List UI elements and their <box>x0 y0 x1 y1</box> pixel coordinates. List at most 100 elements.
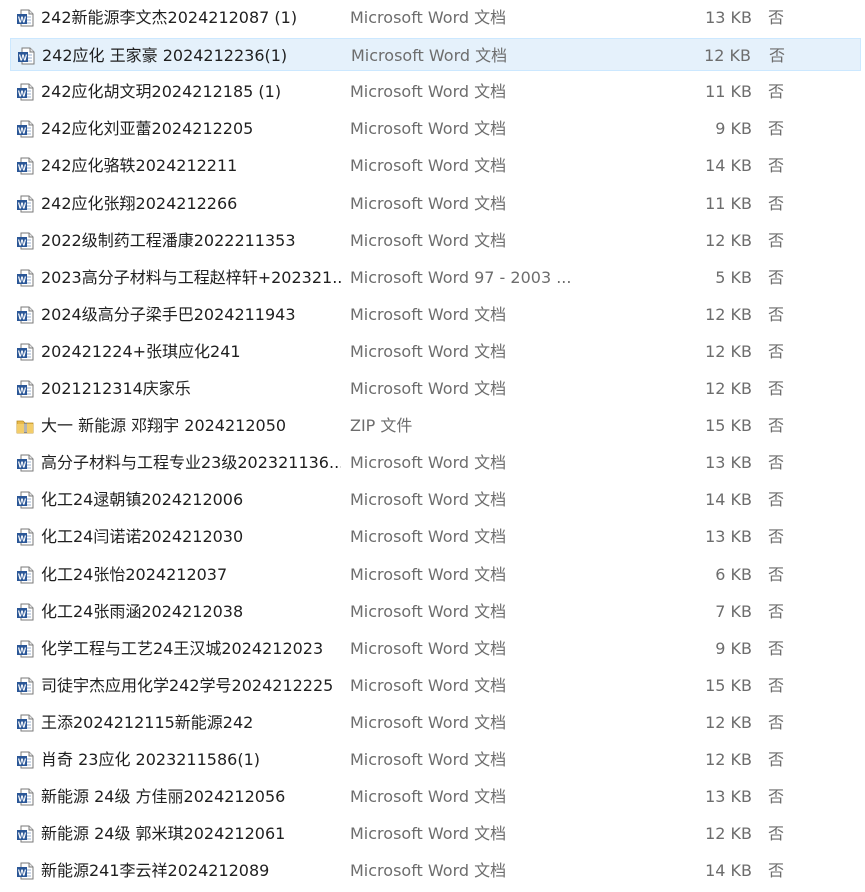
file-row[interactable]: W 王添2024212115新能源242 Microsoft Word 文档 12 K… <box>10 706 861 739</box>
svg-text:W: W <box>18 88 27 98</box>
file-row[interactable]: W 2022级制药工程潘康2022211353 Microsoft Word 文档 1… <box>10 224 861 257</box>
file-flag: 否 <box>768 82 785 102</box>
file-row[interactable]: W 新能源 24级 方佳丽2024212056 Microsoft Word 文档 1… <box>10 780 861 813</box>
file-name: 司徒宇杰应用化学242学号2024212225 <box>41 675 334 695</box>
file-flag: 否 <box>768 490 785 510</box>
file-row[interactable]: W 化工24张雨涵2024212038 Microsoft Word 文档 7 KB 否 <box>10 595 861 628</box>
file-row[interactable]: W 化学工程与工艺24王汉城2024212023 Microsoft Word 文档… <box>10 632 861 665</box>
word-icon: W <box>16 120 34 138</box>
svg-text:W: W <box>18 830 27 840</box>
file-row[interactable]: W 化工24逯朝镇2024212006 Microsoft Word 文档 14 KB… <box>10 483 861 516</box>
file-type: Microsoft Word 文档 <box>350 490 507 510</box>
file-list: W 242新能源李文杰2024212087 (1) Microsoft Word 文… <box>0 0 865 892</box>
file-name: 242应化 王家豪 2024212236(1) <box>42 46 288 66</box>
file-type: Microsoft Word 文档 <box>351 46 508 66</box>
svg-text:W: W <box>18 682 27 692</box>
file-type: Microsoft Word 文档 <box>350 230 507 250</box>
file-row[interactable]: W 新能源 24级 郭米琪2024212061 Microsoft Word 文档 1… <box>10 817 861 850</box>
word-icon: W <box>16 380 34 398</box>
file-size: 11 KB <box>705 82 752 102</box>
file-row[interactable]: W 新能源241李云祥2024212089 Microsoft Word 文档 14 … <box>10 854 861 887</box>
svg-text:W: W <box>18 126 27 136</box>
svg-text:W: W <box>18 274 27 284</box>
file-type: Microsoft Word 文档 <box>350 156 507 176</box>
file-size: 7 KB <box>715 601 752 621</box>
word-icon: W <box>16 232 34 250</box>
word-icon: W <box>16 454 34 472</box>
file-name: 化工24逯朝镇2024212006 <box>41 490 244 510</box>
file-row[interactable]: W 242应化 王家豪 2024212236(1) Microsoft Word 文… <box>10 38 861 72</box>
file-row[interactable]: W 242新能源李文杰2024212087 (1) Microsoft Word 文… <box>10 1 861 34</box>
file-name: 高分子材料与工程专业23级202321136... <box>41 453 341 473</box>
word-icon: W <box>16 491 34 509</box>
word-icon: W <box>16 157 34 175</box>
svg-text:W: W <box>18 200 27 210</box>
file-row[interactable]: W 司徒宇杰应用化学242学号2024212225 Microsoft Word 文… <box>10 669 861 702</box>
file-row[interactable]: W 化工24闫诺诺2024212030 Microsoft Word 文档 13 KB… <box>10 520 861 553</box>
file-size: 12 KB <box>705 304 752 324</box>
svg-text:W: W <box>18 571 27 581</box>
file-type: Microsoft Word 文档 <box>350 8 507 27</box>
word-icon: W <box>16 640 34 658</box>
file-flag: 否 <box>768 861 785 881</box>
svg-text:W: W <box>18 793 27 803</box>
file-name: 2021212314庆家乐 <box>41 379 191 398</box>
file-size: 13 KB <box>705 527 752 547</box>
file-flag: 否 <box>768 230 785 250</box>
file-name: 2023高分子材料与工程赵梓轩+202321... <box>41 267 341 287</box>
file-row[interactable]: 大一 新能源 邓翔宇 2024212050 ZIP 文件 15 KB 否 <box>10 409 861 442</box>
word-icon: W <box>16 788 34 806</box>
file-name: 新能源 24级 郭米琪2024212061 <box>41 824 286 844</box>
file-row[interactable]: W 2024级高分子梁手巴2024211943 Microsoft Word 文档 1… <box>10 298 861 331</box>
file-size: 12 KB <box>705 712 752 732</box>
file-flag: 否 <box>768 824 785 844</box>
file-flag: 否 <box>768 416 785 436</box>
file-name: 242应化刘亚蕾2024212205 <box>41 119 254 139</box>
file-type: Microsoft Word 文档 <box>350 341 507 361</box>
file-size: 12 KB <box>705 230 752 250</box>
file-row[interactable]: W 242应化张翔2024212266 Microsoft Word 文档 11 KB… <box>10 187 861 220</box>
file-size: 13 KB <box>705 8 752 27</box>
file-type: Microsoft Word 文档 <box>350 379 507 398</box>
file-type: Microsoft Word 文档 <box>350 193 507 213</box>
file-type: Microsoft Word 文档 <box>350 712 507 732</box>
file-type: Microsoft Word 文档 <box>350 82 507 102</box>
file-type: Microsoft Word 文档 <box>350 564 507 584</box>
file-name: 新能源 24级 方佳丽2024212056 <box>41 787 286 807</box>
word-icon: W <box>16 677 34 695</box>
word-icon: W <box>16 566 34 584</box>
file-name: 242应化胡文玥2024212185 (1) <box>41 82 282 102</box>
file-type: Microsoft Word 文档 <box>350 861 507 881</box>
file-size: 9 KB <box>715 638 752 658</box>
file-row[interactable]: W 肖奇 23应化 2023211586(1) Microsoft Word 文档 1… <box>10 743 861 776</box>
file-size: 5 KB <box>715 267 752 287</box>
svg-text:W: W <box>18 237 27 247</box>
file-flag: 否 <box>768 156 785 176</box>
file-row[interactable]: W 242应化骆轶2024212211 Microsoft Word 文档 14 KB… <box>10 149 861 182</box>
file-flag: 否 <box>769 46 786 66</box>
file-row[interactable]: W 化工24张怡2024212037 Microsoft Word 文档 6 KB 否 <box>10 558 861 591</box>
file-row[interactable]: W 242应化刘亚蕾2024212205 Microsoft Word 文档 9 KB… <box>10 112 861 145</box>
file-row[interactable]: W 高分子材料与工程专业23级202321136... Microsoft Word… <box>10 446 861 479</box>
file-size: 9 KB <box>715 119 752 139</box>
file-size: 13 KB <box>705 787 752 807</box>
word-icon: W <box>16 269 34 287</box>
file-flag: 否 <box>768 304 785 324</box>
file-row[interactable]: W 2021212314庆家乐 Microsoft Word 文档 12 KB 否 <box>10 372 861 405</box>
file-name: 化工24张雨涵2024212038 <box>41 601 244 621</box>
svg-text:W: W <box>18 534 27 544</box>
file-type: Microsoft Word 文档 <box>350 638 507 658</box>
file-flag: 否 <box>768 601 785 621</box>
file-flag: 否 <box>768 527 785 547</box>
file-row[interactable]: W 2023高分子材料与工程赵梓轩+202321... Microsoft Word… <box>10 261 861 294</box>
file-size: 14 KB <box>705 490 752 510</box>
file-row[interactable]: W 242应化胡文玥2024212185 (1) Microsoft Word 文档… <box>10 75 861 108</box>
word-icon: W <box>17 47 35 65</box>
file-name: 化工24张怡2024212037 <box>41 564 228 584</box>
file-size: 12 KB <box>704 46 751 66</box>
file-name: 242应化骆轶2024212211 <box>41 156 238 176</box>
file-name: 2024级高分子梁手巴2024211943 <box>41 304 296 324</box>
file-flag: 否 <box>768 341 785 361</box>
word-icon: W <box>16 751 34 769</box>
file-row[interactable]: W 202421224+张琪应化241 Microsoft Word 文档 12 KB… <box>10 335 861 368</box>
